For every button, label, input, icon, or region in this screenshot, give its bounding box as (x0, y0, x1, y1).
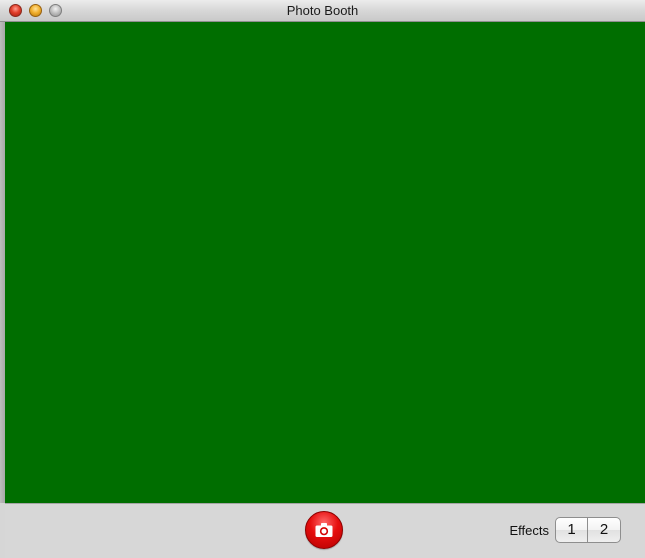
effects-label: Effects (509, 523, 549, 538)
bottom-toolbar: Effects 1 2 (5, 503, 645, 558)
camera-icon (315, 523, 333, 537)
effects-page-1-button[interactable]: 1 (555, 517, 588, 543)
camera-preview (5, 22, 645, 503)
window-title: Photo Booth (286, 3, 359, 18)
photo-booth-window: Photo Booth Effects 1 2 (0, 0, 645, 558)
title-bar[interactable]: Photo Booth (0, 0, 645, 22)
take-picture-button[interactable] (305, 511, 343, 549)
effects-page-2-button[interactable]: 2 (588, 517, 621, 543)
